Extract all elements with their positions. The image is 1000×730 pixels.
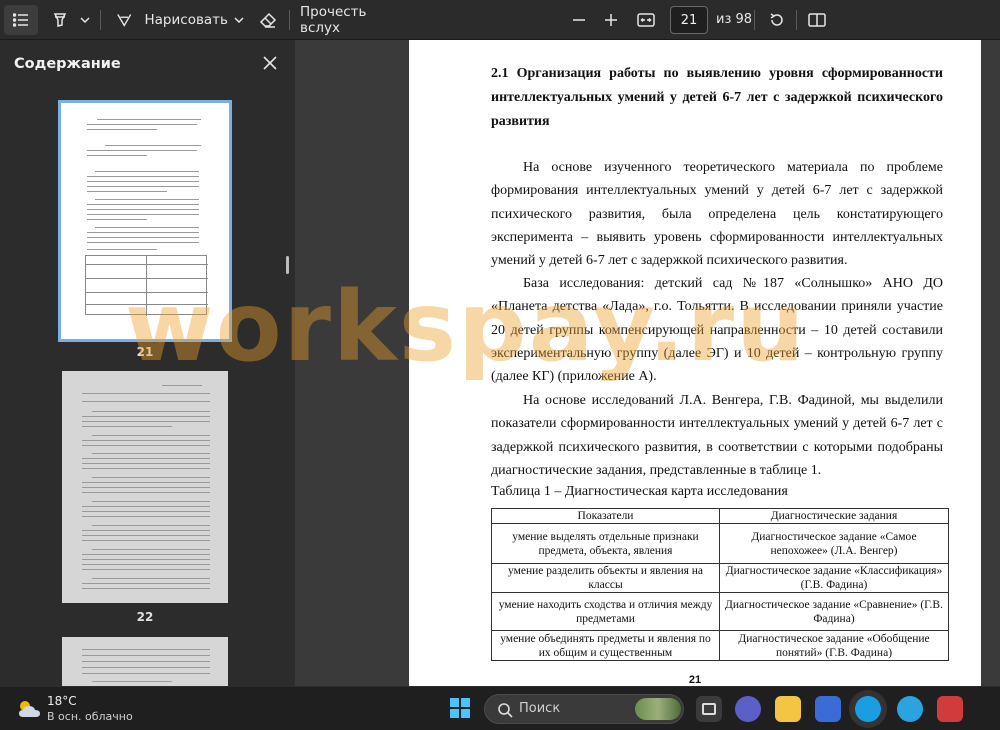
app-window: Нарисовать Прочесть вслух 21 из 98 Содер…	[0, 0, 1000, 730]
table-cell: умение выделять отдельные признаки предм…	[491, 523, 720, 564]
taskbar: 18°C В осн. облачно Поиск	[0, 686, 1000, 730]
fit-page-button[interactable]	[632, 5, 660, 35]
document-viewer: 2.1 Организация работы по выявлению уров…	[295, 40, 1000, 686]
zoom-in-button[interactable]	[598, 5, 624, 35]
table-row: умение выделять отдельные признаки предм…	[491, 523, 949, 564]
table-row: умение разделить объекты и явления на кл…	[491, 563, 949, 593]
toolbar-divider	[754, 10, 755, 30]
contents-button[interactable]	[4, 5, 38, 35]
section-heading: 2.1 Организация работы по выявлению уров…	[491, 66, 943, 129]
draw-button[interactable]: Нарисовать	[116, 5, 228, 35]
table-row: умение объединять предметы и явления по …	[491, 630, 949, 661]
eraser-button[interactable]	[255, 5, 281, 35]
table-row: умение находить сходства и отличия между…	[491, 592, 949, 631]
total-pages-label: из 98	[716, 12, 753, 27]
highlight-button[interactable]	[48, 5, 72, 35]
rotate-button[interactable]	[764, 5, 790, 35]
windows-icon	[450, 698, 470, 718]
toolbar: Нарисовать Прочесть вслух 21 из 98	[0, 0, 1000, 40]
table-cell: Диагностическое задание «Обобщение понят…	[719, 630, 949, 661]
page-number: 21	[688, 674, 702, 686]
weather-description: В осн. облачно	[47, 710, 133, 723]
file-explorer-icon[interactable]	[775, 696, 801, 722]
close-icon[interactable]	[262, 55, 278, 71]
search-highlight-image	[635, 698, 681, 720]
table-caption: Таблица 1 – Диагностическая карта исслед…	[491, 484, 788, 499]
pen-icon	[117, 14, 132, 27]
paragraph: На основе исследований Л.А. Венгера, Г.В…	[491, 393, 943, 478]
toolbar-divider	[289, 10, 290, 30]
highlight-dropdown[interactable]	[76, 5, 94, 35]
office-app-icon[interactable]	[937, 696, 963, 722]
table-header: Диагностические задания	[719, 508, 949, 524]
table-cell: Диагностическое задание «Сравнение» (Г.В…	[719, 592, 949, 631]
search-icon	[498, 703, 513, 718]
search-box[interactable]: Поиск	[484, 694, 684, 724]
table-header: Показатели	[491, 508, 720, 524]
telegram-icon[interactable]	[897, 696, 923, 722]
paragraph: База исследования: детский сад №187 «Сол…	[491, 276, 943, 385]
start-button[interactable]	[449, 697, 471, 719]
draw-label: Нарисовать	[144, 12, 229, 28]
search-placeholder: Поиск	[519, 701, 561, 716]
table-cell: Диагностическое задание «Классификация» …	[719, 563, 949, 593]
two-pages-icon	[808, 13, 826, 27]
rotate-icon	[770, 13, 783, 26]
thumbnail-page-22[interactable]	[62, 371, 228, 603]
read-aloud-label: Прочесть вслух	[300, 4, 367, 36]
table-cell: умение разделить объекты и явления на кл…	[491, 563, 720, 593]
draw-dropdown[interactable]	[230, 5, 248, 35]
thumbnail-page-21[interactable]	[58, 100, 232, 342]
plus-icon	[605, 14, 617, 26]
weather-temperature: 18°C	[47, 694, 77, 708]
document-page: 2.1 Организация работы по выявлению уров…	[409, 40, 981, 686]
highlighter-icon	[53, 13, 67, 27]
task-view-icon[interactable]	[696, 696, 722, 722]
page-view-button[interactable]	[804, 5, 830, 35]
fit-width-icon	[637, 13, 655, 27]
table-cell: Диагностическое задание «Самое непохожее…	[719, 523, 949, 564]
table-cell: умение находить сходства и отличия между…	[491, 592, 720, 631]
list-icon	[13, 13, 28, 27]
table-cell: умение объединять предметы и явления по …	[491, 630, 720, 661]
zoom-out-button[interactable]	[566, 5, 592, 35]
chevron-down-icon	[234, 17, 244, 23]
edge-browser-icon[interactable]	[855, 696, 881, 722]
chevron-down-icon	[80, 17, 90, 23]
paragraph: На основе изученного теоретического мате…	[491, 160, 943, 269]
toolbar-divider	[100, 10, 101, 30]
thumbnail-page-number: 21	[136, 345, 154, 359]
cloud-sun-icon	[19, 701, 40, 717]
minus-icon	[573, 19, 585, 21]
eraser-icon	[259, 12, 277, 28]
sidebar-scrollbar[interactable]	[286, 256, 289, 274]
diagnostic-table: Показатели Диагностические задания умение…	[491, 508, 949, 661]
sidebar-title: Содержание	[14, 56, 121, 72]
thumbnail-table	[85, 255, 208, 316]
store-icon[interactable]	[815, 696, 841, 722]
weather-widget[interactable]: 18°C В осн. облачно	[14, 693, 134, 725]
read-aloud-button[interactable]: Прочесть вслух	[300, 4, 402, 36]
toolbar-divider	[796, 10, 797, 30]
contents-sidebar: Содержание 21 22	[0, 40, 295, 686]
thumbnail-page-23[interactable]	[62, 637, 228, 686]
thumbnail-page-number: 22	[136, 610, 154, 624]
thumbnail-content	[61, 103, 229, 339]
page-number-input[interactable]: 21	[670, 6, 708, 34]
chat-app-icon[interactable]	[735, 696, 761, 722]
